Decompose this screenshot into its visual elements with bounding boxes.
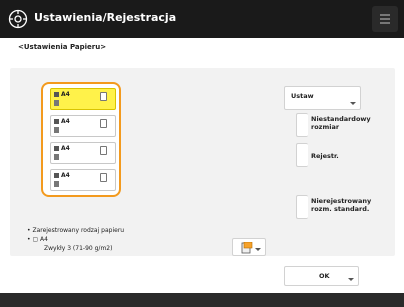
legend-type: Zwykły 3 (71-90 g/m2) (44, 245, 113, 252)
nonstandard-name-button[interactable] (296, 195, 308, 219)
menu-icon (380, 14, 390, 16)
menu-icon-line (380, 18, 390, 20)
ok-label: OK (319, 272, 330, 280)
set-label: Ustaw (291, 92, 314, 100)
drawer-size: A4 (61, 145, 70, 152)
register-label: Rejestr. (311, 152, 339, 160)
paper-type-icon (54, 100, 59, 106)
drawer-2[interactable]: A4 (50, 115, 116, 137)
footer-bar (0, 293, 404, 307)
menu-button[interactable] (372, 6, 398, 32)
drawer-size: A4 (61, 172, 70, 179)
chevron-down-icon (348, 278, 354, 281)
legend-line1: • Zarejestrowany rodzaj papieru (27, 227, 125, 234)
header-bar: Ustawienia/Rejestracja (0, 0, 404, 38)
nonstandard-label: Niestandardowy rozmiar (311, 115, 371, 131)
register-button[interactable] (296, 143, 308, 167)
section-subtitle: <Ustawienia Papieru> (18, 43, 107, 51)
legend-line2: • ▢ A4 (27, 236, 48, 243)
page-title: Ustawienia/Rejestracja (34, 11, 177, 24)
paper-type-icon (54, 154, 59, 160)
drawer-4[interactable]: A4 (50, 169, 116, 191)
paper-icon (54, 119, 59, 124)
drawer-size: A4 (61, 118, 70, 125)
legend-text: Zarejestrowany rodzaj papieru (32, 227, 125, 234)
paper-settings-button[interactable] (232, 238, 266, 256)
paper-icon (54, 92, 59, 97)
nonstandard-name-label: Nierejestrowany rozm. standard. (311, 197, 372, 213)
legend-size: A4 (40, 236, 48, 243)
drawer-icon (100, 173, 107, 182)
chevron-down-icon (350, 102, 356, 105)
nonstandard-button[interactable] (296, 113, 308, 137)
chevron-down-icon (255, 248, 261, 251)
drawer-icon (100, 92, 107, 101)
drawer-3[interactable]: A4 (50, 142, 116, 164)
drawer-icon (100, 119, 107, 128)
paper-icon (54, 146, 59, 151)
menu-icon-line (380, 22, 390, 24)
paper-icon (54, 173, 59, 178)
ok-button[interactable]: OK (284, 266, 359, 286)
drawer-size: A4 (61, 91, 70, 98)
drawer-1[interactable]: A4 (50, 88, 116, 110)
set-button[interactable]: Ustaw (284, 86, 361, 110)
gear-icon (8, 9, 28, 29)
drawer-icon (100, 146, 107, 155)
paper-settings-icon (241, 242, 253, 254)
paper-type-icon (54, 181, 59, 187)
paper-type-icon (54, 127, 59, 133)
